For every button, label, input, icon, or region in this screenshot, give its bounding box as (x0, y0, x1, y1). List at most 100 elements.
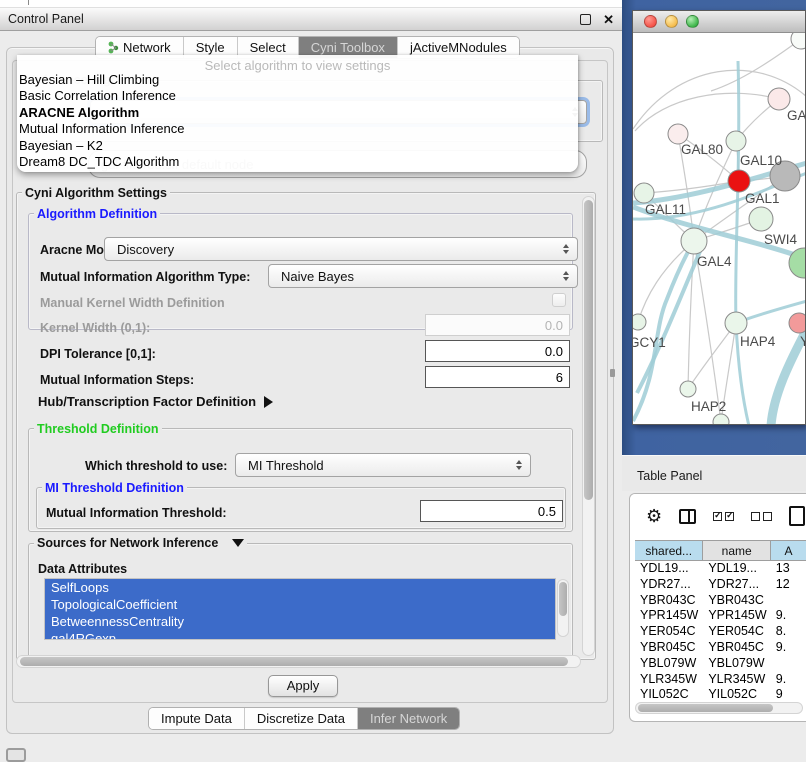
tab-label: jActiveMNodules (410, 40, 507, 55)
manual-kernel-checkbox[interactable] (552, 293, 566, 307)
table-cell: YBR043C (703, 593, 770, 609)
network-node[interactable] (726, 131, 746, 151)
sources-expander[interactable]: Sources for Network Inference (34, 536, 247, 550)
column-header-name[interactable]: name (703, 541, 771, 560)
network-node[interactable] (681, 228, 707, 254)
settings-hscrollbar[interactable] (16, 655, 581, 668)
bottom-tab-impute-data[interactable]: Impute Data (149, 708, 245, 729)
minimize-traffic-icon[interactable] (665, 15, 678, 28)
deselect-all-columns-icon[interactable] (751, 512, 772, 521)
network-node[interactable] (749, 207, 773, 231)
export-table-icon[interactable] (789, 506, 805, 526)
network-window-titlebar[interactable] (633, 11, 805, 33)
algorithm-definition-title: Algorithm Definition (34, 207, 160, 221)
mi-threshold-title: MI Threshold Definition (42, 481, 187, 495)
network-node[interactable] (728, 170, 750, 192)
table-row[interactable]: YER054CYER054C8. (635, 624, 806, 640)
hub-definition-label: Hub/Transcription Factor Definition (38, 394, 256, 409)
manual-kernel-label: Manual Kernel Width Definition (40, 296, 225, 310)
table-row[interactable]: YBR045CYBR045C9. (635, 640, 806, 656)
which-threshold-combo[interactable]: MI Threshold (235, 453, 531, 477)
aracne-mode-combo[interactable]: Discovery (104, 237, 578, 261)
data-attributes-list[interactable]: SelfLoopsTopologicalCoefficientBetweenne… (44, 578, 556, 640)
attr-list-vscrollbar[interactable] (557, 579, 569, 637)
bottom-tab-label: Infer Network (370, 711, 447, 726)
network-node[interactable] (725, 312, 747, 334)
table-toolbar: ⚙ (630, 494, 806, 538)
network-edge[interactable] (635, 93, 779, 131)
network-edge-highlighted[interactable] (637, 249, 701, 393)
column-header-extra[interactable]: A (771, 541, 806, 560)
attribute-list-item[interactable]: gal4RGexp (45, 630, 555, 640)
table-row[interactable]: YPR145WYPR145W9. (635, 608, 806, 624)
table-cell: YIL052C (635, 687, 703, 703)
close-traffic-icon[interactable] (644, 15, 657, 28)
mi-steps-field[interactable] (425, 366, 570, 388)
attribute-list-item[interactable]: TopologicalCoefficient (45, 596, 555, 613)
apply-button[interactable]: Apply (268, 675, 338, 697)
network-node[interactable] (634, 183, 654, 203)
threshold-definition-title: Threshold Definition (34, 422, 162, 436)
zoom-traffic-icon[interactable] (686, 15, 699, 28)
network-graph[interactable]: GALGAL80GAL10GAL1GAL11SWI4GAL4GCY1HAP4YH… (633, 33, 805, 424)
kernel-width-field[interactable] (425, 314, 570, 336)
algorithm-option[interactable]: Dream8 DC_TDC Algorithm (17, 154, 578, 170)
settings-vscroll-thumb[interactable] (584, 200, 593, 500)
table-header-row: shared...nameA (635, 540, 806, 561)
algorithm-option[interactable]: Mutual Information Inference (17, 121, 578, 137)
close-icon[interactable]: ✕ (603, 14, 614, 25)
column-header-shared-name[interactable]: shared... (635, 541, 703, 560)
bottom-tab-discretize-data[interactable]: Discretize Data (245, 708, 358, 729)
table-row[interactable]: YDR27...YDR27...12 (635, 577, 806, 593)
float-icon[interactable] (580, 14, 591, 25)
node-label: Y (800, 334, 805, 349)
popup-item-list: Bayesian – Hill ClimbingBasic Correlatio… (17, 72, 578, 170)
table-row[interactable]: YBR043CYBR043C (635, 593, 806, 609)
mi-type-label: Mutual Information Algorithm Type: (40, 270, 250, 284)
gear-icon[interactable]: ⚙ (646, 507, 662, 525)
table-panel-frame: ⚙ shared...nameA YDL19...YDL19...13YDR27… (629, 493, 806, 722)
kernel-width-label: Kernel Width (0,1): (40, 321, 150, 335)
network-node[interactable] (713, 414, 729, 424)
hub-definition-expander[interactable]: Hub/Transcription Factor Definition (38, 394, 273, 409)
aracne-mode-value: Discovery (117, 242, 174, 257)
network-node[interactable] (680, 381, 696, 397)
table-row[interactable]: YDL19...YDL19...13 (635, 561, 806, 577)
columns-icon[interactable] (679, 509, 696, 524)
cyni-algorithm-settings-group: Cyni Algorithm Settings Algorithm Defini… (16, 186, 596, 668)
table-row[interactable]: YIL052CYIL052C9 (635, 687, 806, 703)
algorithm-option[interactable]: Bayesian – K2 (17, 138, 578, 154)
mi-threshold-field[interactable] (420, 500, 563, 522)
table-row[interactable]: YBL079WYBL079W (635, 656, 806, 672)
attribute-list-item[interactable]: BetweennessCentrality (45, 613, 555, 630)
algorithm-option[interactable]: Basic Correlation Inference (17, 88, 578, 104)
settings-hscroll-thumb[interactable] (20, 657, 568, 666)
table-cell: YDL19... (635, 561, 703, 577)
attribute-list-item[interactable]: SelfLoops (45, 579, 555, 596)
table-row[interactable]: YLR345WYLR345W9. (635, 672, 806, 688)
sources-title: Sources for Network Inference (37, 536, 218, 550)
algorithm-option[interactable]: ARACNE Algorithm (17, 105, 578, 121)
minimized-panel-icon[interactable] (6, 748, 26, 762)
mi-type-combo[interactable]: Naive Bayes (268, 264, 578, 288)
network-node[interactable] (768, 88, 790, 110)
bottom-tab-infer-network[interactable]: Infer Network (358, 708, 459, 729)
bottom-tab-label: Discretize Data (257, 711, 345, 726)
network-node[interactable] (633, 314, 646, 330)
table-cell: YLR345W (635, 672, 703, 688)
attr-list-vscroll-thumb[interactable] (559, 582, 567, 616)
algorithm-option[interactable]: Bayesian – Hill Climbing (17, 72, 578, 88)
network-node[interactable] (791, 33, 805, 49)
split-pane-handle[interactable] (610, 369, 615, 377)
network-node[interactable] (668, 124, 688, 144)
table-hscroll-thumb[interactable] (638, 704, 773, 712)
network-view-window[interactable]: GALGAL80GAL10GAL1GAL11SWI4GAL4GCY1HAP4YH… (632, 10, 806, 425)
dpi-tolerance-field[interactable] (425, 340, 570, 362)
table-cell: 8. (771, 624, 806, 640)
network-edge[interactable] (688, 323, 736, 389)
table-hscrollbar[interactable] (635, 702, 803, 714)
settings-vscrollbar[interactable] (582, 196, 595, 656)
network-node[interactable] (789, 313, 805, 333)
select-all-columns-icon[interactable] (713, 512, 734, 521)
table-cell: YLR345W (703, 672, 770, 688)
